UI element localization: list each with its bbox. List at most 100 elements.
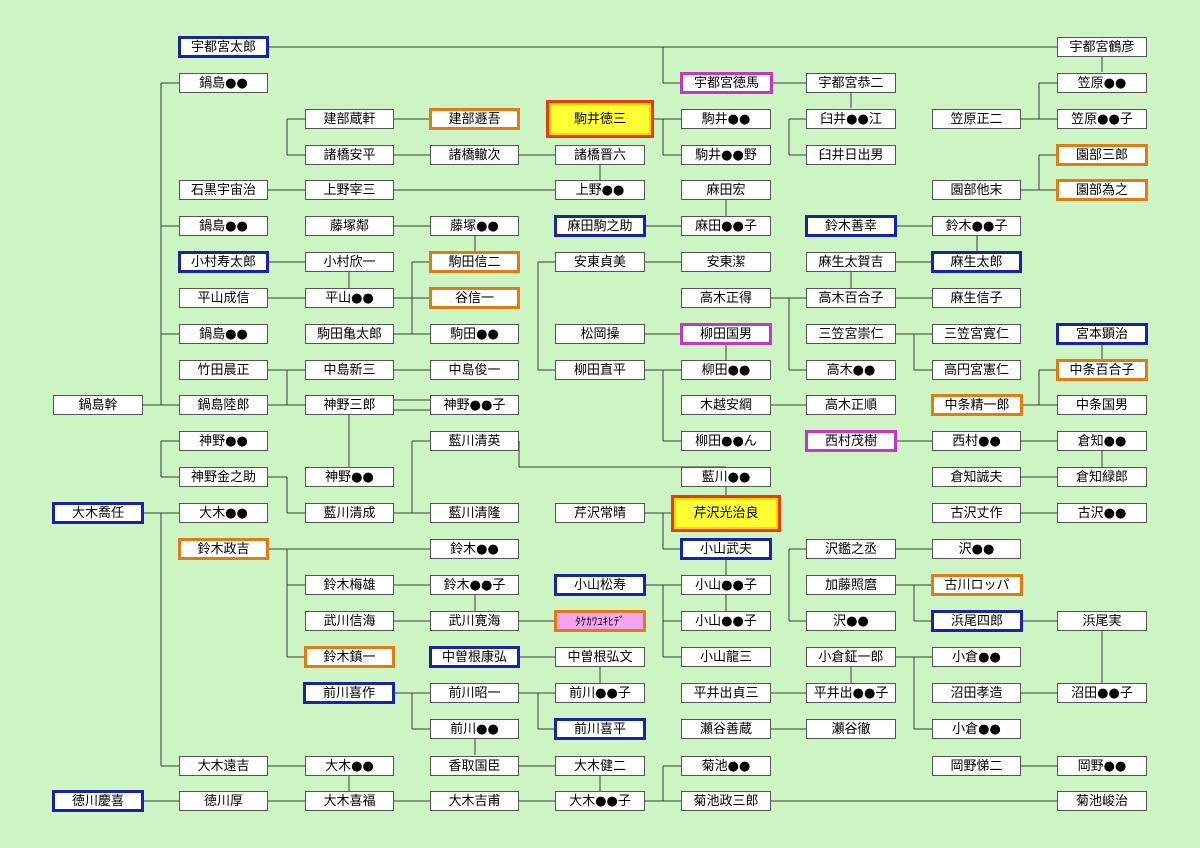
person-node: 小倉鉦一郎 (806, 647, 896, 667)
person-node: 鈴木鎮一 (304, 646, 395, 668)
person-node: 鍋島●● (179, 216, 268, 236)
person-node: 麻田駒之助 (554, 215, 646, 237)
person-node: 宇都宮恭二 (806, 73, 896, 93)
person-node: 鈴木●●子 (932, 216, 1021, 236)
person-node: 浜尾四郎 (931, 610, 1023, 632)
person-node: 鈴木政吉 (178, 538, 269, 560)
person-node: 芹沢常晴 (555, 503, 645, 523)
person-node: 麻生太賀吉 (806, 252, 896, 272)
person-node: 大木遠吉 (179, 756, 268, 776)
person-node: 宇都宮徳馬 (680, 72, 773, 94)
person-node: 菊池峻治 (1057, 791, 1147, 811)
family-tree-diagram: 宇都宮太郎 宇都宮鶴彦 鍋島●● 宇都宮徳馬 宇都宮恭二 笠原●● 建部蔵軒 建… (0, 0, 1200, 848)
person-node: 高木正得 (681, 288, 771, 308)
person-node: 宇都宮太郎 (178, 36, 269, 58)
person-node: 浜尾実 (1057, 611, 1147, 631)
person-node: 鈴木梅雄 (305, 575, 394, 595)
person-node: 神野●● (179, 431, 268, 451)
person-node: 小山武夫 (680, 538, 772, 560)
person-node: 駒田●● (430, 324, 519, 344)
person-node: 前川昭一 (430, 683, 519, 703)
person-node: 菊池●● (681, 756, 771, 776)
person-node: 神野●●子 (430, 395, 519, 415)
person-node: 笠原●● (1057, 73, 1147, 93)
person-node: 中曽根弘文 (555, 647, 645, 667)
person-node: 神野金之助 (179, 467, 268, 487)
person-node: 古沢●● (1057, 503, 1147, 523)
person-node: 加藤照麿 (806, 575, 896, 595)
person-node: 西村茂樹 (805, 430, 897, 452)
person-node: 大木喜福 (305, 791, 394, 811)
person-node: 前川●● (430, 719, 519, 739)
person-node: 建部蔵軒 (305, 109, 394, 129)
person-node: 臼井日出男 (806, 145, 896, 165)
person-node: 倉知誠夫 (932, 467, 1021, 487)
person-node: 小村欣一 (305, 252, 394, 272)
person-node: 鈴木●● (430, 539, 519, 559)
person-node: 倉知緑郎 (1057, 467, 1147, 487)
person-node: 駒井●● (681, 109, 771, 129)
person-node: 芹沢光治良 (671, 495, 781, 532)
person-node: 鍋島●● (179, 324, 268, 344)
person-node: 笠原●●子 (1057, 109, 1147, 129)
person-node: 大木●● (305, 756, 394, 776)
person-node: 小村寿太郎 (178, 251, 269, 273)
person-node: 前川喜作 (303, 682, 395, 704)
person-node: 前川●●子 (555, 683, 645, 703)
person-node: 徳川厚 (179, 791, 268, 811)
person-node: 麻生太郎 (931, 251, 1022, 273)
person-node: 高木●● (806, 360, 896, 380)
person-node: 諸橋安平 (305, 145, 394, 165)
person-node: 小倉●● (932, 719, 1021, 739)
person-node: 大木健二 (555, 756, 645, 776)
person-node: 麻田●●子 (681, 216, 771, 236)
person-node: 中条百合子 (1056, 359, 1148, 381)
person-node: 藍川清隆 (430, 503, 519, 523)
person-node: 武川信海 (305, 611, 394, 631)
person-node: 平山成信 (179, 288, 268, 308)
person-node: 藍川清英 (430, 431, 519, 451)
person-node: 沢鑑之丞 (806, 539, 896, 559)
person-node: 平山●● (305, 288, 394, 308)
person-node: 安東貞美 (555, 252, 645, 272)
person-node: 宇都宮鶴彦 (1057, 37, 1147, 57)
person-node: 駒田信二 (429, 251, 520, 273)
person-node: 沼田孝造 (932, 683, 1021, 703)
person-node: 藤塚●● (430, 216, 519, 236)
person-node: 竹田晨正 (179, 360, 268, 380)
person-node: 園部為之 (1056, 179, 1148, 201)
person-node: 武川寛海 (430, 611, 519, 631)
person-node: 駒井徳三 (546, 100, 654, 138)
person-node: 小山●●子 (681, 575, 771, 595)
person-node: 前川喜平 (554, 718, 646, 740)
person-node: 岡野悌二 (932, 756, 1021, 776)
person-node: 平井出●●子 (806, 683, 896, 703)
person-node: 臼井●●江 (806, 109, 896, 129)
person-node: 高円宮憲仁 (932, 360, 1021, 380)
person-node: 香取国臣 (430, 756, 519, 776)
person-node: 柳田●● (681, 360, 771, 380)
person-node: 麻生信子 (932, 288, 1021, 308)
person-node: 松岡操 (555, 324, 645, 344)
person-node: 藤塚鄰 (305, 216, 394, 236)
person-node: 大木喬任 (52, 502, 144, 524)
person-node: 沼田●●子 (1057, 683, 1147, 703)
person-node: 小山松寿 (554, 574, 646, 596)
person-node: 瀬谷善蔵 (681, 719, 771, 739)
person-node: 三笠宮寛仁 (932, 324, 1021, 344)
person-node: 柳田国男 (680, 323, 772, 345)
person-node: 平井出貞三 (681, 683, 771, 703)
person-node: 中曽根康弘 (429, 646, 520, 668)
person-node: 麻田宏 (681, 180, 771, 200)
person-node: 石黒宇宙治 (179, 180, 268, 200)
person-node: 鈴木善幸 (805, 215, 897, 237)
person-node: 藍川●● (681, 467, 771, 487)
person-node: 藍川清成 (305, 503, 394, 523)
person-node: 駒田亀太郎 (305, 324, 394, 344)
person-node: 上野宰三 (305, 180, 394, 200)
person-node: 谷信一 (429, 287, 520, 309)
person-node: 神野●● (305, 467, 394, 487)
person-node: 大木●● (179, 503, 268, 523)
person-node: 小山龍三 (681, 647, 771, 667)
person-node: 岡野●● (1057, 756, 1147, 776)
